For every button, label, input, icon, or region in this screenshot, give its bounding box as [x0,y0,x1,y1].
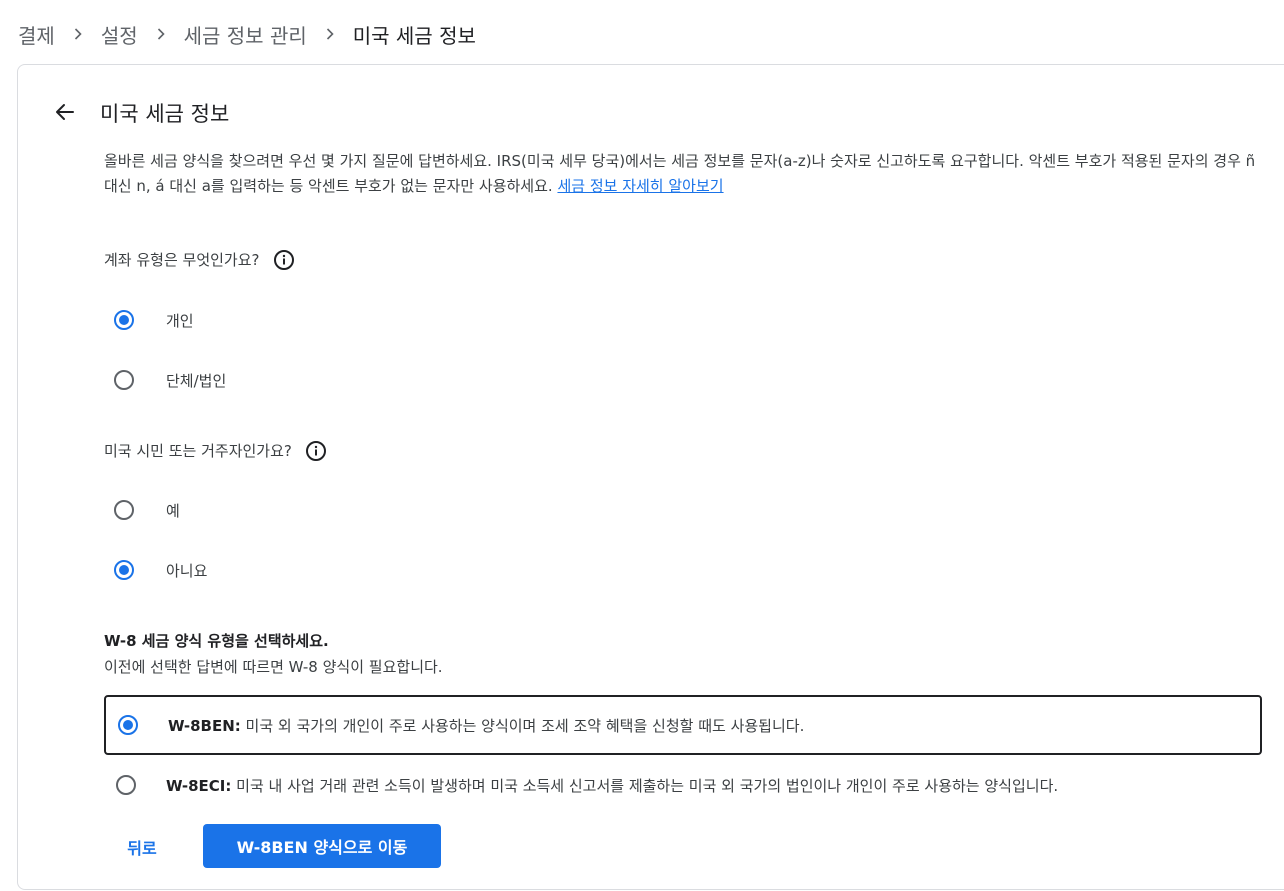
form-option-w8ben[interactable]: W-8BEN: 미국 외 국가의 개인이 주로 사용하는 양식이며 조세 조약 … [104,695,1262,755]
us-resident-label: 미국 시민 또는 거주자인가요? [104,442,292,460]
chevron-right-icon [138,18,184,50]
radio-option-yes[interactable]: 예 [114,495,180,525]
chevron-right-icon [55,18,101,50]
form-name-w8eci: W-8ECI: [166,776,232,795]
form-name-w8ben: W-8BEN: [168,716,241,735]
us-resident-question: 미국 시민 또는 거주자인가요? [104,439,328,463]
radio-button-yes[interactable] [114,500,134,520]
radio-option-entity[interactable]: 단체/법인 [114,365,226,395]
tax-info-card: 미국 세금 정보 올바른 세금 양식을 찾으려면 우선 몇 가지 질문에 답변하… [17,64,1284,890]
chevron-right-icon [307,18,353,50]
radio-button-entity[interactable] [114,370,134,390]
radio-button-w8eci[interactable] [116,775,136,795]
radio-label-individual: 개인 [166,311,194,330]
breadcrumb-item-us-tax-info: 미국 세금 정보 [352,23,476,48]
form-option-w8eci[interactable]: W-8ECI: 미국 내 사업 거래 관련 소득이 발생하며 미국 소득세 신고… [104,755,1262,815]
w8-section-subtitle: 이전에 선택한 답변에 따르면 W-8 양식이 필요합니다. [104,658,443,676]
back-button[interactable]: 뒤로 [110,825,174,869]
form-option-label-w8eci: W-8ECI: 미국 내 사업 거래 관련 소득이 발생하며 미국 소득세 신고… [166,775,1058,796]
form-option-label-w8ben: W-8BEN: 미국 외 국가의 개인이 주로 사용하는 양식이며 조세 조약 … [168,715,804,736]
radio-option-no[interactable]: 아니요 [114,555,207,585]
arrow-back-icon [53,100,77,128]
go-to-w8ben-button[interactable]: W-8BEN 양식으로 이동 [203,824,441,868]
radio-button-w8ben[interactable] [118,715,138,735]
learn-more-link[interactable]: 세금 정보 자세히 알아보기 [557,177,723,195]
account-type-label: 계좌 유형은 무엇인가요? [104,251,260,269]
account-type-question: 계좌 유형은 무엇인가요? [104,248,296,272]
radio-label-yes: 예 [166,501,180,520]
w8-section-title: W-8 세금 양식 유형을 선택하세요. [104,632,329,650]
radio-button-individual[interactable] [114,310,134,330]
back-arrow-button[interactable] [50,99,80,129]
radio-label-entity: 단체/법인 [166,371,227,390]
intro-text: 올바른 세금 양식을 찾으려면 우선 몇 가지 질문에 답변하세요. IRS(미… [104,149,1264,199]
page-title: 미국 세금 정보 [100,102,230,126]
breadcrumb: 결제 설정 세금 정보 관리 미국 세금 정보 [18,18,476,50]
radio-option-individual[interactable]: 개인 [114,305,194,335]
info-icon[interactable] [304,439,328,463]
radio-button-no[interactable] [114,560,134,580]
breadcrumb-item-settings[interactable]: 설정 [101,20,138,49]
info-icon[interactable] [272,248,296,272]
breadcrumb-item-tax-info[interactable]: 세금 정보 관리 [184,20,307,49]
breadcrumb-item-billing[interactable]: 결제 [18,20,55,49]
radio-label-no: 아니요 [166,561,208,580]
form-desc-w8ben: 미국 외 국가의 개인이 주로 사용하는 양식이며 조세 조약 혜택을 신청할 … [240,716,805,735]
form-desc-w8eci: 미국 내 사업 거래 관련 소득이 발생하며 미국 소득세 신고서를 제출하는 … [231,776,1059,795]
